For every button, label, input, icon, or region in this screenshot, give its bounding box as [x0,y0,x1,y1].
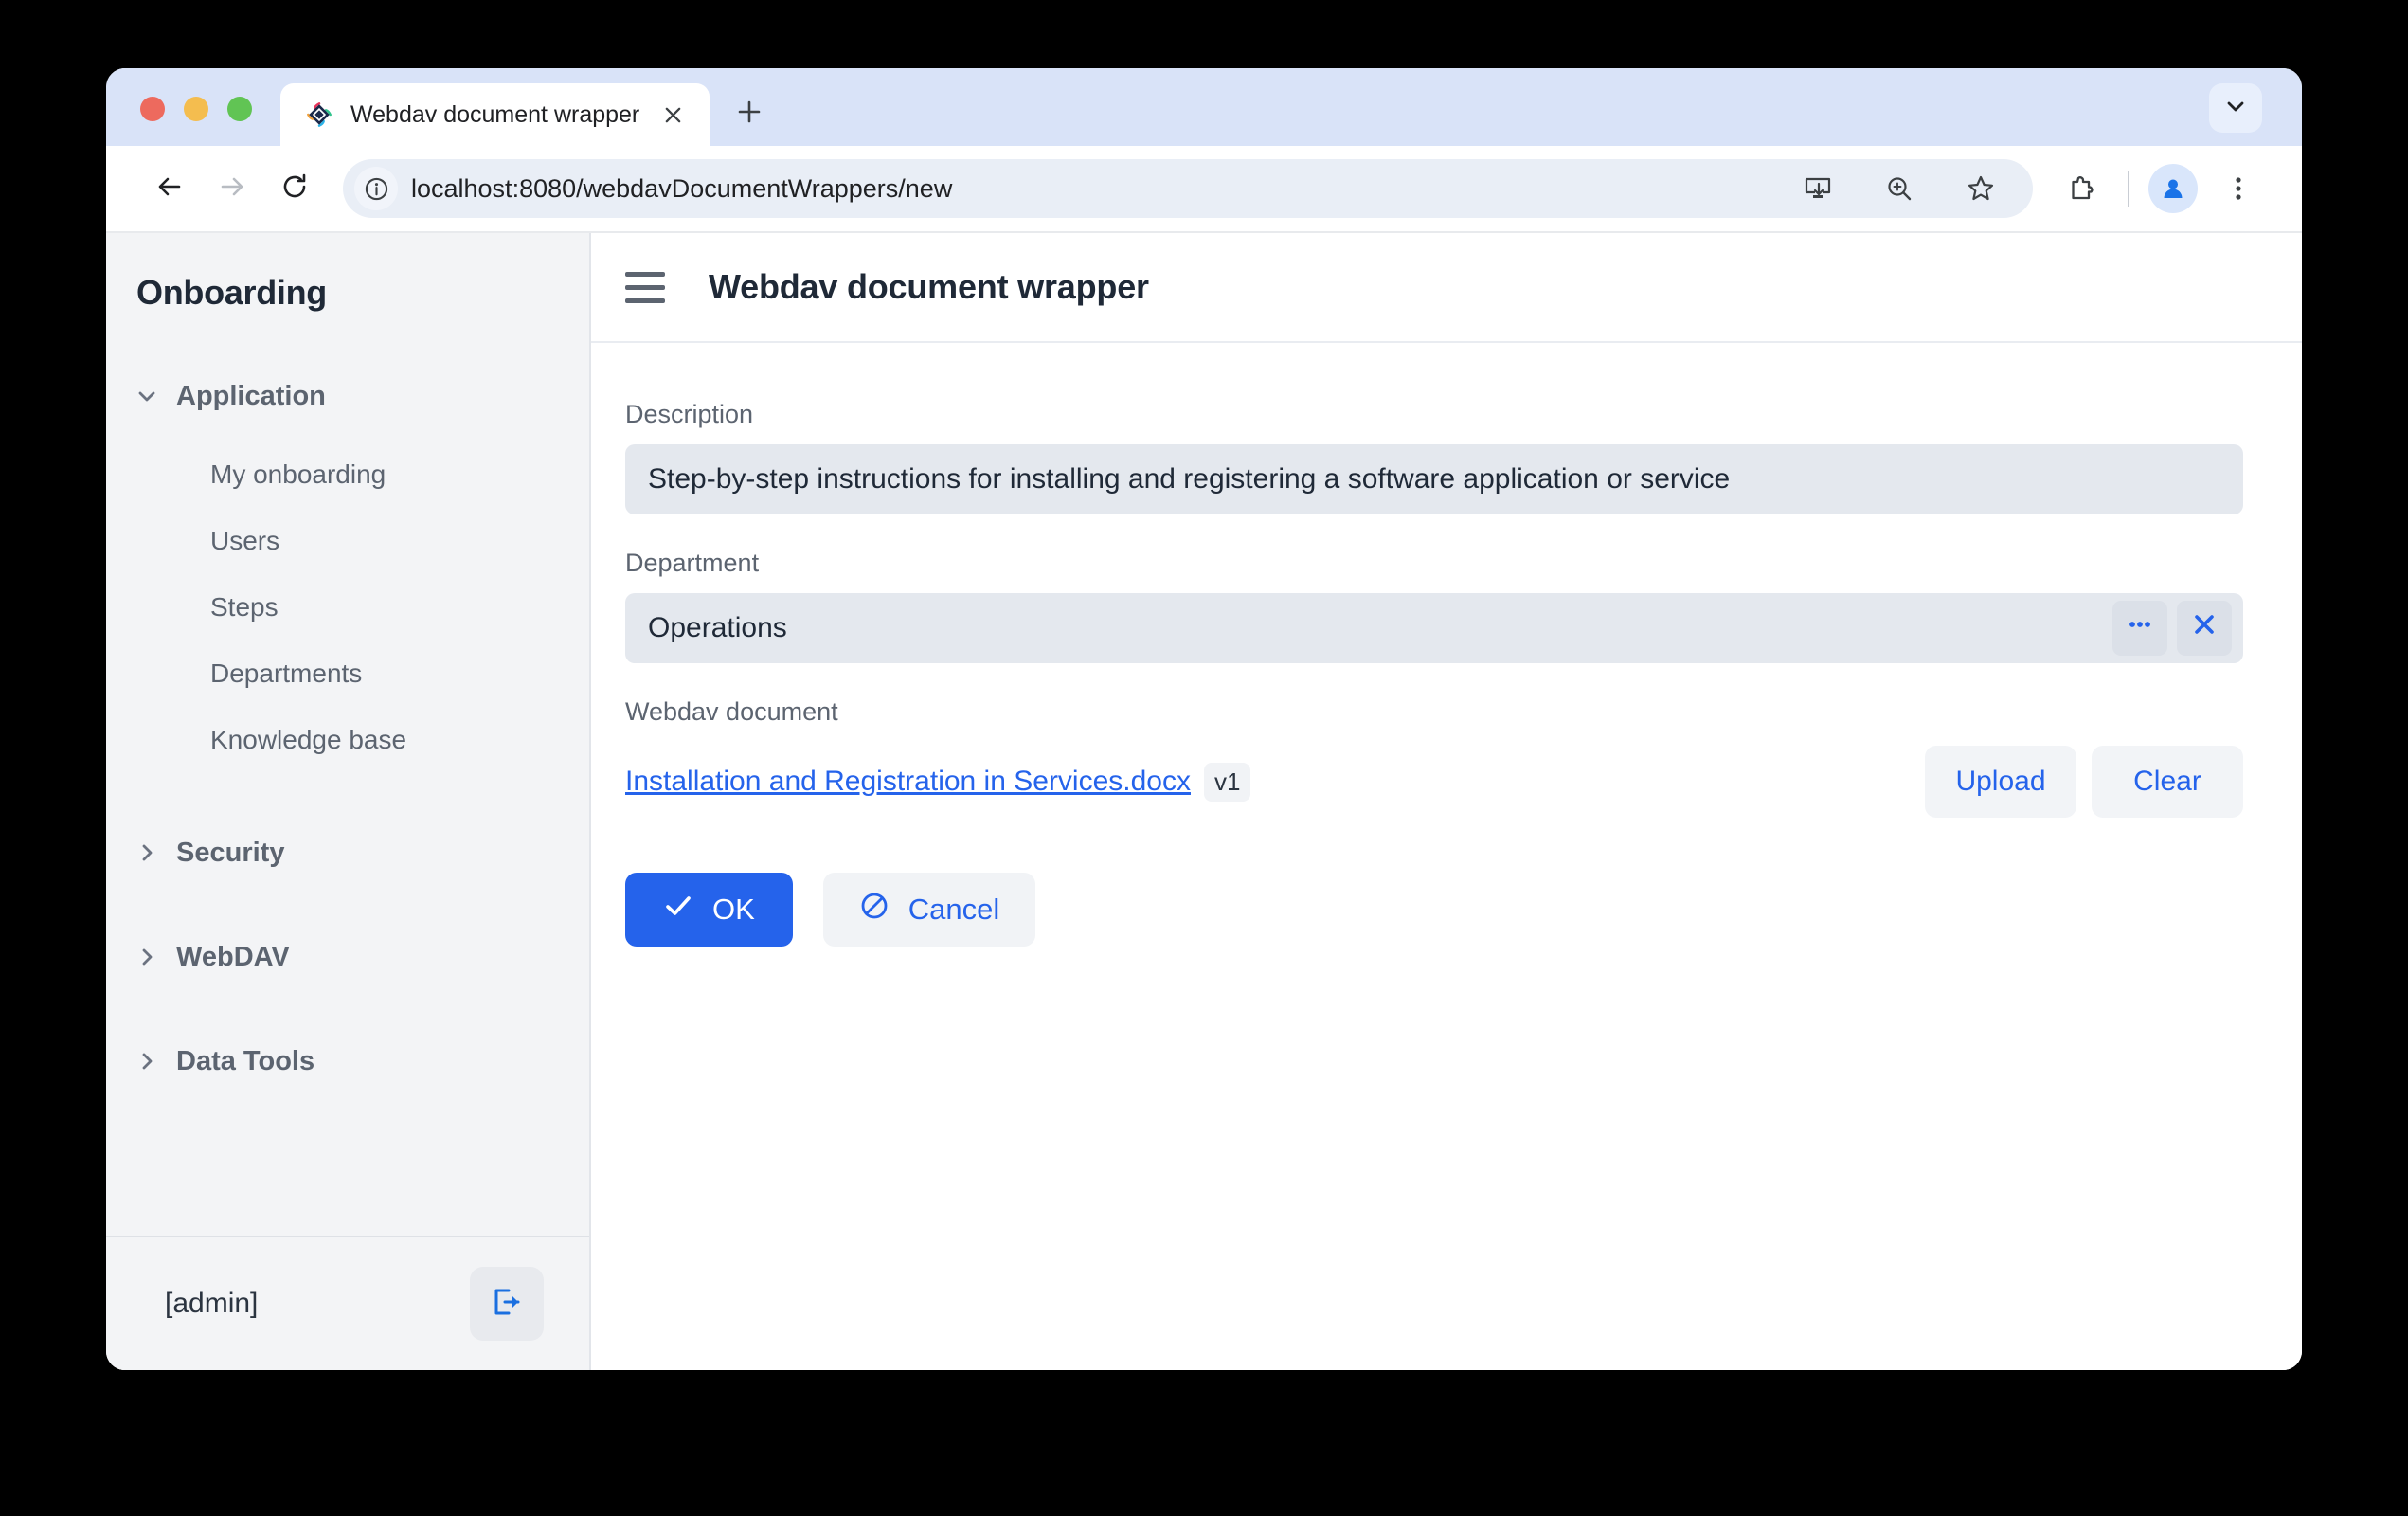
check-icon [663,891,693,929]
window-minimize-button[interactable] [184,97,208,121]
current-user-label: [admin] [165,1288,258,1320]
sidebar: Onboarding Application My onboarding Us [106,233,591,1370]
webdav-document-version-badge: v1 [1204,763,1250,802]
field-department: Department Operations [625,549,2243,663]
description-input[interactable]: Step-by-step instructions for installing… [625,444,2243,514]
arrow-left-icon [154,171,185,207]
sidebar-nav: Onboarding Application My onboarding Us [106,233,589,1236]
nav-group-header-security[interactable]: Security [106,828,589,877]
ok-button[interactable]: OK [625,873,793,947]
tab-search-button[interactable] [2209,83,2262,133]
window-close-button[interactable] [140,97,165,121]
back-button[interactable] [138,157,201,220]
field-label-webdav-document: Webdav document [625,697,2243,727]
clear-button[interactable]: Clear [2092,746,2243,818]
toolbar-divider [2128,171,2129,207]
description-value: Step-by-step instructions for installing… [648,463,2232,496]
department-input[interactable]: Operations [625,593,2243,663]
browser-window: Webdav document wrapper [106,68,2302,1370]
ok-button-label: OK [712,893,755,927]
nav-group-application: Application My onboarding Users Steps De… [106,371,589,773]
nav-group-header-webdav[interactable]: WebDAV [106,932,589,982]
webdav-document-row: Installation and Registration in Service… [625,742,2243,821]
sidebar-item-steps[interactable]: Steps [106,574,589,641]
install-desktop-icon[interactable] [1790,161,1845,216]
sidebar-item-my-onboarding[interactable]: My onboarding [106,442,589,508]
address-bar-actions [1790,161,2018,216]
content-header: Webdav document wrapper [591,233,2302,343]
form-actions: OK Cancel [625,873,2243,947]
logout-icon [489,1284,525,1325]
chevron-right-icon [135,840,159,865]
window-traffic-lights [140,97,252,121]
sidebar-item-departments[interactable]: Departments [106,641,589,707]
browser-toolbar: localhost:8080/webdavDocumentWrappers/ne… [106,146,2302,233]
nav-group-data-tools: Data Tools [106,1037,589,1086]
nav-group-label: Security [176,838,284,869]
upload-button[interactable]: Upload [1925,746,2076,818]
arrow-right-icon [217,171,247,207]
browser-tab-title: Webdav document wrapper [350,101,639,129]
info-circle-icon[interactable] [354,167,398,210]
nav-group-label: Application [176,381,326,412]
field-webdav-document: Webdav document Installation and Registr… [625,697,2243,821]
nav-group-children-application: My onboarding Users Steps Departments Kn… [106,442,589,773]
forward-button[interactable] [201,157,263,220]
page-title: Webdav document wrapper [709,267,1149,307]
webdav-document-actions: Upload Clear [1925,746,2243,818]
toolbar-right-group [2054,161,2266,216]
browser-tab-strip: Webdav document wrapper [106,68,2302,146]
department-clear-button[interactable] [2177,601,2232,656]
field-label-department: Department [625,549,2243,578]
form-area: Description Step-by-step instructions fo… [591,343,2302,1370]
chevron-down-icon [2224,95,2247,122]
address-bar[interactable]: localhost:8080/webdavDocumentWrappers/ne… [343,159,2033,218]
logout-button[interactable] [470,1267,544,1341]
three-dots-vertical-icon[interactable] [2211,161,2266,216]
new-tab-button[interactable] [723,87,776,140]
window-maximize-button[interactable] [227,97,252,121]
block-circle-icon [859,891,890,929]
chevron-right-icon [135,1049,159,1074]
diamond-logo-icon [305,100,333,129]
nav-group-label: WebDAV [176,942,290,973]
hamburger-menu-icon[interactable] [625,262,674,312]
webdav-document-info: Installation and Registration in Service… [625,763,1250,802]
webdav-document-link[interactable]: Installation and Registration in Service… [625,766,1191,798]
chevron-down-icon [135,384,159,408]
account-avatar-icon[interactable] [2148,164,2198,213]
puzzle-piece-icon[interactable] [2054,161,2109,216]
nav-group-header-data-tools[interactable]: Data Tools [106,1037,589,1086]
cancel-button-label: Cancel [908,893,1000,927]
close-icon[interactable] [656,99,689,131]
sidebar-item-users[interactable]: Users [106,508,589,574]
sidebar-item-knowledge-base[interactable]: Knowledge base [106,707,589,773]
browser-tab[interactable]: Webdav document wrapper [280,83,710,146]
nav-group-header-application[interactable]: Application [106,371,589,421]
main-content: Webdav document wrapper Description Step… [591,233,2302,1370]
department-lookup-button[interactable] [2112,601,2167,656]
plus-icon [737,99,762,129]
page-body: Onboarding Application My onboarding Us [106,233,2302,1370]
sidebar-footer: [admin] [106,1236,589,1370]
department-value: Operations [648,612,2103,644]
field-description: Description Step-by-step instructions fo… [625,400,2243,514]
reload-icon [279,171,310,207]
chevron-right-icon [135,945,159,969]
nav-group-webdav: WebDAV [106,932,589,982]
star-icon[interactable] [1953,161,2008,216]
address-bar-url: localhost:8080/webdavDocumentWrappers/ne… [411,174,1777,204]
cancel-button[interactable]: Cancel [823,873,1036,947]
nav-group-security: Security [106,828,589,877]
close-x-icon [2190,610,2219,646]
field-label-description: Description [625,400,2243,429]
reload-button[interactable] [263,157,326,220]
nav-group-label: Data Tools [176,1046,314,1077]
sidebar-brand: Onboarding [106,273,589,313]
zoom-search-icon[interactable] [1872,161,1927,216]
ellipsis-icon [2126,610,2154,646]
